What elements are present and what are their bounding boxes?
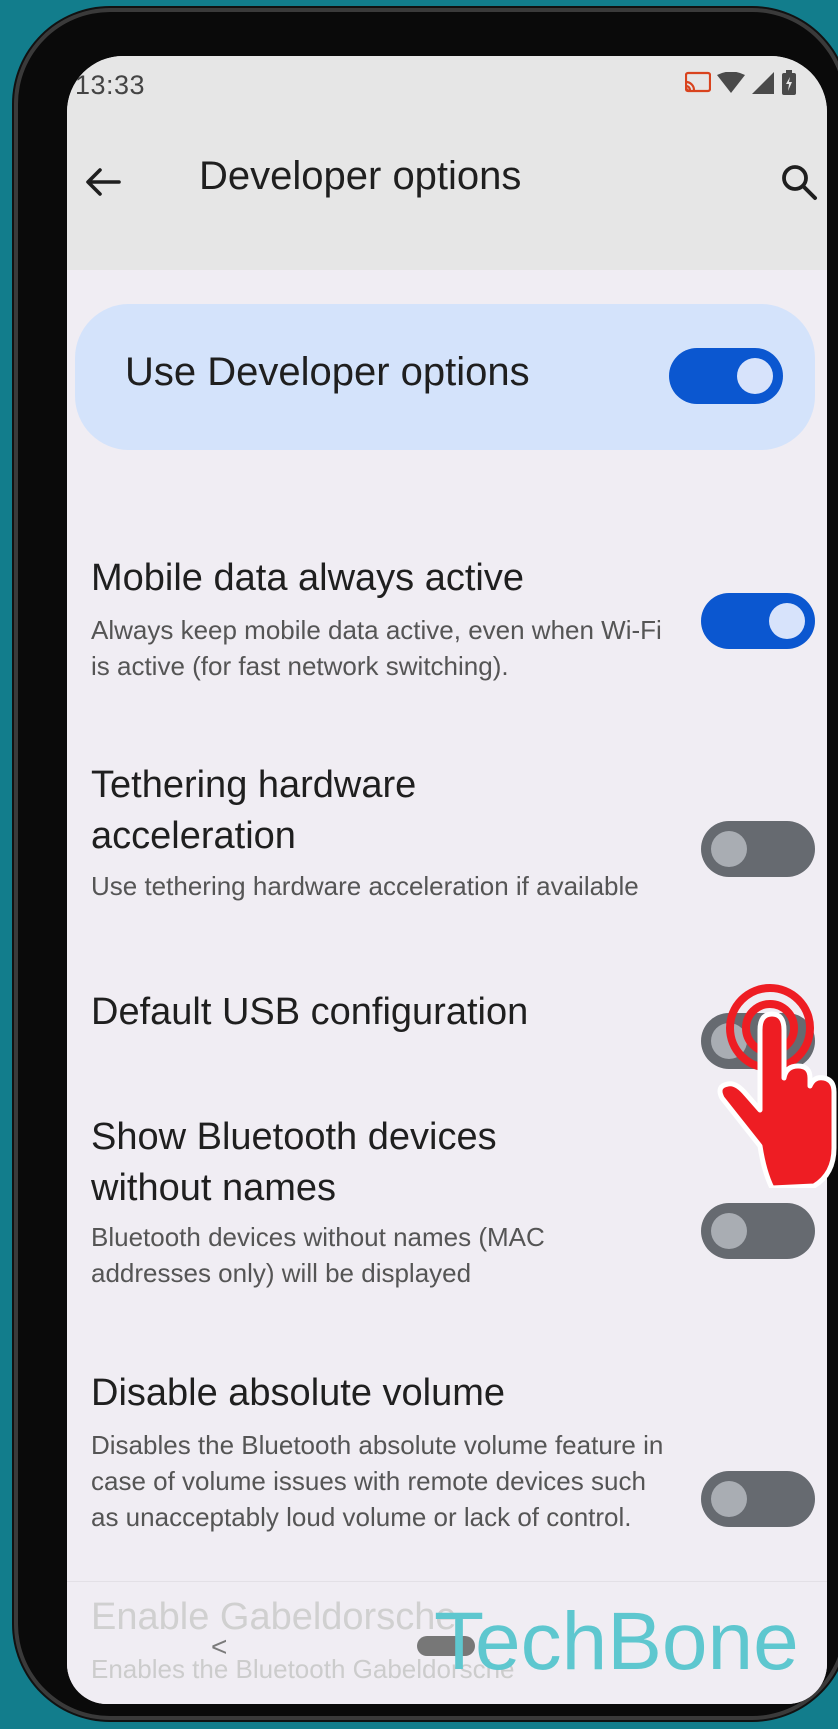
disable-absolute-volume-switch[interactable] xyxy=(701,1471,815,1527)
use-developer-options-label: Use Developer options xyxy=(125,350,530,394)
use-developer-options-switch[interactable] xyxy=(669,348,783,404)
phone-frame: 13:33 Developer options Use Developer op… xyxy=(14,8,838,1720)
setting-description: Bluetooth devices without names (MAC add… xyxy=(91,1222,545,1288)
switch-knob xyxy=(737,358,773,394)
settings-list: Use Developer options Mobile data always… xyxy=(67,270,827,1704)
show-bluetooth-devices-without-names-switch[interactable] xyxy=(701,1203,815,1259)
setting-title: Default USB configuration xyxy=(91,991,529,1033)
status-bar: 13:33 xyxy=(67,56,827,112)
back-button[interactable] xyxy=(77,156,129,208)
switch-knob xyxy=(711,1481,747,1517)
switch-knob xyxy=(711,831,747,867)
use-developer-options-card[interactable]: Use Developer options xyxy=(75,304,815,450)
setting-title: Mobile data always active xyxy=(91,557,524,599)
tap-hand-icon xyxy=(714,978,838,1193)
switch-knob xyxy=(711,1213,747,1249)
status-time: 13:33 xyxy=(75,70,146,100)
wifi-icon xyxy=(717,72,745,94)
search-icon xyxy=(782,165,817,200)
tethering-hardware-acceleration-switch[interactable] xyxy=(701,821,815,877)
setting-title: Show Bluetooth devices without names xyxy=(91,1116,497,1209)
app-bar: Developer options xyxy=(67,112,827,270)
phone-screen: 13:33 Developer options Use Developer op… xyxy=(67,56,827,1704)
mobile-data-always-active-switch[interactable] xyxy=(701,593,815,649)
status-icons xyxy=(685,70,797,96)
techbone-watermark: TechBone xyxy=(434,1596,799,1687)
search-button[interactable] xyxy=(771,154,827,210)
switch-knob xyxy=(769,603,805,639)
cast-icon xyxy=(685,71,711,95)
signal-icon xyxy=(751,71,775,95)
page-title: Developer options xyxy=(199,154,522,198)
setting-title: Tethering hardware acceleration xyxy=(91,764,417,857)
setting-title: Disable absolute volume xyxy=(91,1372,506,1414)
setting-description: Use tethering hardware acceleration if a… xyxy=(91,871,639,901)
setting-description: Always keep mobile data active, even whe… xyxy=(91,615,662,681)
battery-icon xyxy=(781,70,797,96)
setting-title[interactable]: Enable Gabeldorsche xyxy=(91,1596,456,1639)
nav-back-button[interactable]: < xyxy=(211,1631,227,1663)
setting-description: Disables the Bluetooth absolute volume f… xyxy=(91,1430,664,1532)
arrow-back-icon xyxy=(86,168,121,196)
